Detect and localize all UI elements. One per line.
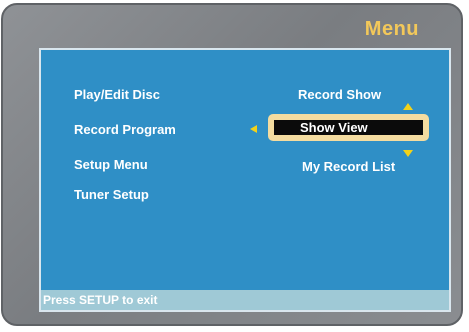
submenu-item-my-record-list[interactable]: My Record List bbox=[302, 159, 395, 174]
menu-screen: Play/Edit Disc Record Program Setup Menu… bbox=[39, 48, 451, 312]
submenu-item-record-show[interactable]: Record Show bbox=[298, 87, 381, 102]
menu-frame: Menu Play/Edit Disc Record Program Setup… bbox=[1, 3, 463, 326]
menu-item-record-program[interactable]: Record Program bbox=[74, 122, 176, 137]
submenu-item-show-view[interactable]: Show View bbox=[268, 114, 429, 141]
menu-item-tuner-setup[interactable]: Tuner Setup bbox=[74, 187, 149, 202]
left-arrow-icon bbox=[250, 125, 257, 133]
selected-item-label: Show View bbox=[274, 120, 423, 135]
menu-title: Menu bbox=[364, 18, 419, 40]
down-arrow-icon bbox=[403, 150, 413, 157]
up-arrow-icon bbox=[403, 103, 413, 110]
menu-item-setup-menu[interactable]: Setup Menu bbox=[74, 157, 148, 172]
exit-hint: Press SETUP to exit bbox=[43, 293, 158, 307]
status-bar: Press SETUP to exit bbox=[41, 290, 449, 310]
menu-item-play-edit-disc[interactable]: Play/Edit Disc bbox=[74, 87, 160, 102]
